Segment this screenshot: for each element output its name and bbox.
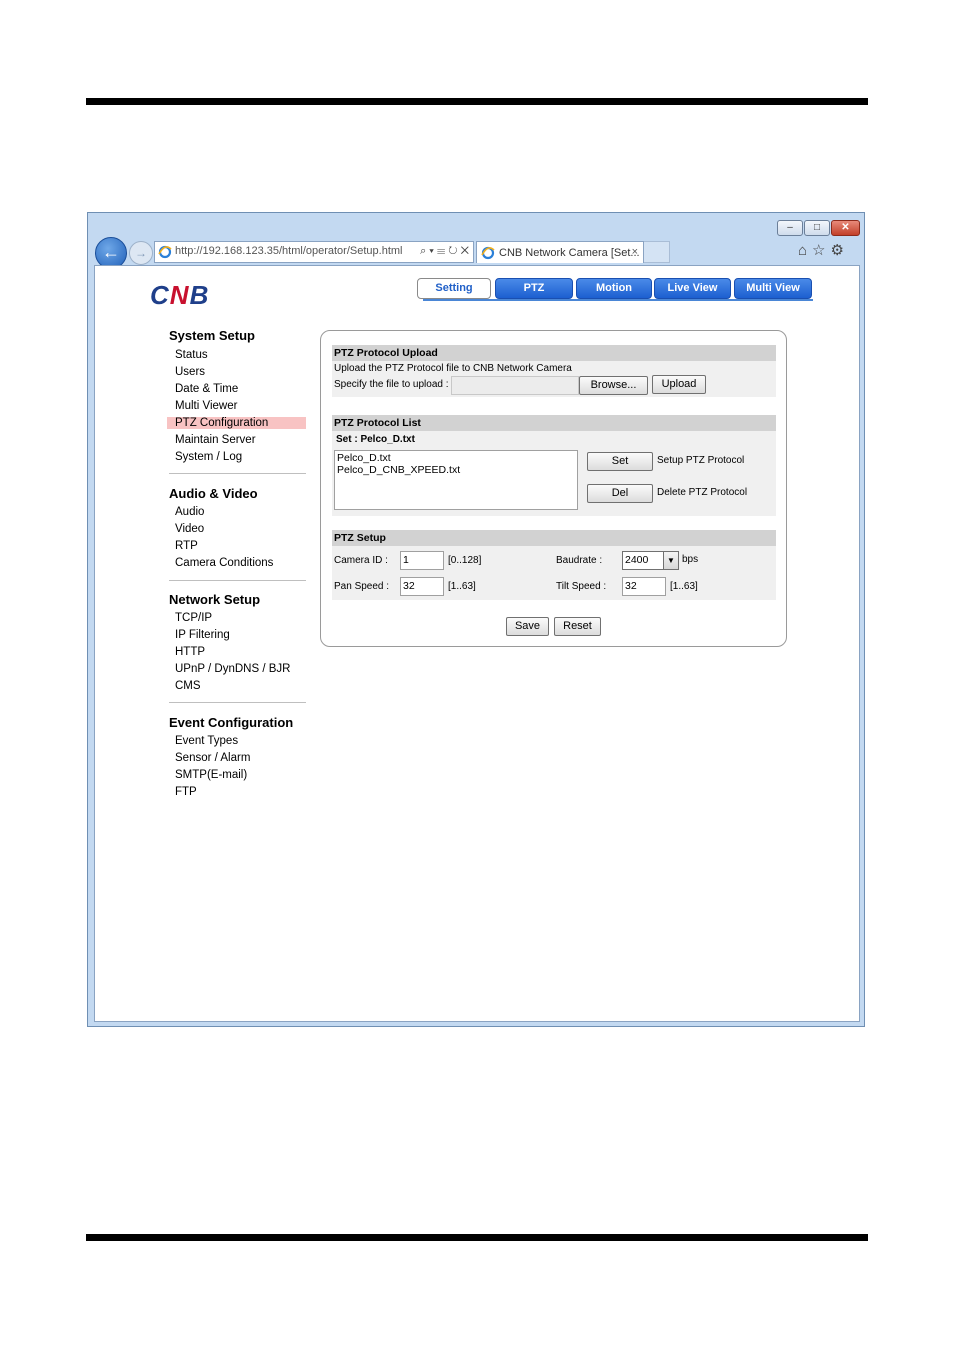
- menu-live-view[interactable]: Live View: [654, 278, 731, 299]
- delete-protocol-button[interactable]: Del: [587, 484, 653, 503]
- ptz-setup-body: Camera ID : 1 [0..128] Baudrate : 2400 ▼…: [332, 546, 776, 600]
- browser-tab[interactable]: CNB Network Camera [Set... ×: [476, 241, 644, 263]
- sidebar-item-tcp-ip[interactable]: TCP/IP: [175, 612, 212, 624]
- delete-protocol-description: Delete PTZ Protocol: [657, 487, 748, 498]
- set-protocol-description: Setup PTZ Protocol: [657, 455, 745, 466]
- address-tools-icon[interactable]: ⌕ ▾ ☰ ↻ ✕: [420, 245, 469, 258]
- chevron-down-icon[interactable]: ▼: [663, 552, 678, 569]
- sidebar-item-audio[interactable]: Audio: [175, 506, 204, 518]
- sidebar-item-users[interactable]: Users: [175, 366, 205, 378]
- menu-ptz[interactable]: PTZ: [495, 278, 573, 299]
- home-favorites-settings-icon[interactable]: ⌂☆⚙: [798, 241, 849, 259]
- menu-motion[interactable]: Motion: [576, 278, 652, 299]
- baudrate-value: 2400: [625, 554, 649, 566]
- menu-underline: [423, 299, 813, 301]
- ptz-configuration-panel: PTZ Protocol Upload Upload the PTZ Proto…: [320, 330, 787, 647]
- tilt-speed-input[interactable]: 32: [622, 577, 666, 596]
- top-rule: [86, 98, 868, 105]
- pan-speed-range: [1..63]: [448, 581, 476, 592]
- minimize-button[interactable]: –: [777, 220, 803, 236]
- sidebar-item-http[interactable]: HTTP: [175, 646, 205, 658]
- sidebar-item-ptz-configuration[interactable]: PTZ Configuration: [167, 417, 306, 429]
- menu-multi-view[interactable]: Multi View: [734, 278, 812, 299]
- baudrate-label: Baudrate :: [556, 555, 603, 566]
- sidebar-item-event-types[interactable]: Event Types: [175, 735, 238, 747]
- upload-file-input[interactable]: [451, 376, 579, 395]
- browser-window: – □ ✕ ← → http://192.168.123.35/html/ope…: [87, 212, 865, 1027]
- pan-speed-input[interactable]: 32: [400, 577, 444, 596]
- tilt-speed-label: Tilt Speed :: [556, 581, 607, 592]
- list-item[interactable]: Pelco_D.txt: [337, 452, 575, 464]
- address-url: http://192.168.123.35/html/operator/Setu…: [175, 245, 403, 257]
- sidebar-item-upnp-dyndns-bjr[interactable]: UPnP / DynDNS / BJR: [175, 663, 290, 675]
- list-item[interactable]: Pelco_D_CNB_XPEED.txt: [337, 464, 575, 476]
- menu-setting[interactable]: Setting: [417, 278, 491, 299]
- sidebar-item-cms[interactable]: CMS: [175, 680, 201, 692]
- upload-header: PTZ Protocol Upload: [332, 345, 776, 361]
- ptz-setup-header: PTZ Setup: [332, 530, 776, 546]
- browse-button[interactable]: Browse...: [579, 376, 648, 395]
- camera-id-label: Camera ID :: [334, 555, 388, 566]
- new-tab-button[interactable]: [644, 241, 670, 263]
- baudrate-unit: bps: [682, 554, 699, 565]
- save-button[interactable]: Save: [506, 617, 549, 636]
- protocol-listbox[interactable]: Pelco_D.txt Pelco_D_CNB_XPEED.txt: [334, 450, 578, 510]
- close-window-button[interactable]: ✕: [831, 220, 860, 236]
- sidebar-item-ip-filtering[interactable]: IP Filtering: [175, 629, 230, 641]
- tab-close-icon[interactable]: ×: [632, 246, 638, 258]
- cnb-logo: CNB: [150, 280, 210, 310]
- sidebar-item-video[interactable]: Video: [175, 523, 204, 535]
- upload-file-label: Specify the file to upload :: [334, 379, 449, 390]
- upload-button[interactable]: Upload: [652, 375, 706, 394]
- sidebar-divider: [169, 473, 306, 474]
- sidebar-item-system-log[interactable]: System / Log: [175, 451, 242, 463]
- tilt-speed-range: [1..63]: [670, 581, 698, 592]
- address-bar[interactable]: http://192.168.123.35/html/operator/Setu…: [154, 241, 474, 263]
- section-network-setup: Network Setup: [169, 592, 261, 607]
- upload-description: Upload the PTZ Protocol file to CNB Netw…: [334, 363, 572, 374]
- sidebar-item-camera-conditions[interactable]: Camera Conditions: [175, 557, 273, 569]
- sidebar-item-rtp[interactable]: RTP: [175, 540, 198, 552]
- ie-icon: [481, 246, 495, 260]
- section-event-configuration: Event Configuration: [169, 715, 294, 730]
- sidebar-item-multi-viewer[interactable]: Multi Viewer: [175, 400, 237, 412]
- maximize-button[interactable]: □: [804, 220, 830, 236]
- camera-id-range: [0..128]: [448, 555, 482, 566]
- sidebar-item-maintain-server[interactable]: Maintain Server: [175, 434, 256, 446]
- sidebar-item-date-time[interactable]: Date & Time: [175, 383, 238, 395]
- section-audio-video: Audio & Video: [169, 486, 258, 501]
- forward-icon[interactable]: →: [129, 241, 153, 265]
- sidebar-item-ftp[interactable]: FTP: [175, 786, 197, 798]
- protocol-list-body: Set : Pelco_D.txt Pelco_D.txt Pelco_D_CN…: [332, 431, 776, 516]
- tab-title: CNB Network Camera [Set...: [499, 247, 640, 259]
- reset-button[interactable]: Reset: [554, 617, 601, 636]
- sidebar-item-sensor-alarm[interactable]: Sensor / Alarm: [175, 752, 250, 764]
- ie-icon: [158, 245, 172, 259]
- current-protocol: Set : Pelco_D.txt: [336, 434, 415, 445]
- upload-body: Upload the PTZ Protocol file to CNB Netw…: [332, 361, 776, 397]
- sidebar-item-smtp-email[interactable]: SMTP(E-mail): [175, 769, 247, 781]
- camera-id-input[interactable]: 1: [400, 551, 444, 570]
- sidebar-divider: [169, 580, 306, 581]
- protocol-list-header: PTZ Protocol List: [332, 415, 776, 431]
- sidebar-divider: [169, 702, 306, 703]
- sidebar-item-status[interactable]: Status: [175, 349, 208, 361]
- set-protocol-button[interactable]: Set: [587, 452, 653, 471]
- baudrate-select[interactable]: 2400 ▼: [622, 551, 679, 570]
- pan-speed-label: Pan Speed :: [334, 581, 390, 592]
- page-content: CNB Setting PTZ Motion Live View Multi V…: [94, 265, 860, 1022]
- section-system-setup: System Setup: [169, 328, 255, 343]
- bottom-rule: [86, 1234, 868, 1241]
